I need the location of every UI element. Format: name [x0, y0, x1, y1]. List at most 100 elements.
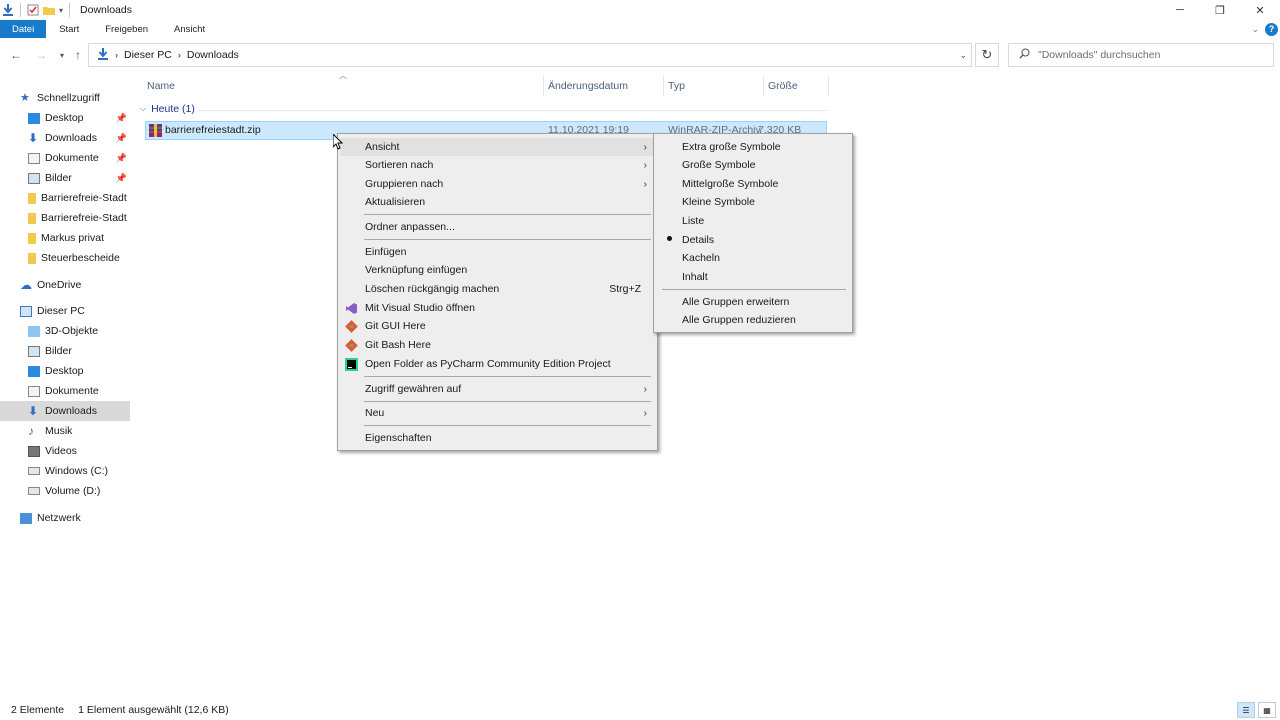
sidebar-item-dieser-pc[interactable]: Dieser PC — [20, 301, 130, 321]
chevron-down-icon[interactable]: ⌵ — [140, 104, 146, 114]
drive-icon — [28, 487, 40, 495]
menu-item-ordner-anpassen[interactable]: Ordner anpassen... — [340, 218, 655, 236]
folder-icon — [28, 192, 36, 204]
menu-item-verknuepfung-einfuegen[interactable]: Verknüpfung einfügen — [340, 261, 655, 279]
sidebar-item-markus-privat[interactable]: Markus privat — [0, 228, 130, 248]
address-dropdown-icon[interactable]: ⌄ — [959, 50, 967, 61]
menu-item-ansicht[interactable]: Ansicht › — [340, 138, 655, 156]
refresh-button[interactable]: ↻ — [975, 43, 999, 67]
help-icon[interactable]: ? — [1265, 22, 1278, 36]
search-box[interactable] — [1008, 43, 1274, 67]
document-icon — [28, 152, 40, 164]
document-icon — [28, 385, 40, 397]
selection-info: 1 Element ausgewählt (12,6 KB) — [78, 704, 229, 716]
menu-item-aktualisieren[interactable]: Aktualisieren — [340, 193, 655, 211]
menu-item-loeschen-rueckgaengig[interactable]: Löschen rückgängig machen Strg+Z — [340, 280, 655, 298]
pycharm-icon — [345, 357, 358, 371]
details-view-button[interactable]: ☰ — [1237, 702, 1255, 718]
menu-item-gruppieren-nach[interactable]: Gruppieren nach › — [340, 175, 655, 193]
sidebar-item-desktop[interactable]: Desktop 📌 — [0, 108, 130, 128]
group-header[interactable]: ⌵ Heute (1) — [140, 103, 195, 115]
navigation-pane: ★ Schnellzugriff Desktop 📌 ⬇ Downloads 📌… — [0, 86, 132, 694]
tab-datei[interactable]: Datei — [0, 20, 47, 38]
view-option-expand-groups[interactable]: Alle Gruppen erweitern — [656, 293, 850, 311]
sidebar-item-pc-dokumente[interactable]: Dokumente — [0, 381, 130, 401]
sidebar-item-3d-objekte[interactable]: 3D-Objekte — [0, 321, 130, 341]
sidebar-item-videos[interactable]: Videos — [0, 441, 130, 461]
visual-studio-icon — [345, 302, 358, 315]
item-count: 2 Elemente — [11, 704, 65, 716]
menu-item-git-gui[interactable]: Git GUI Here — [340, 317, 655, 335]
tab-start[interactable]: Start — [46, 20, 92, 38]
column-header-name[interactable]: Name — [147, 74, 175, 98]
sidebar-item-barrierefreie-stadt[interactable]: Barrierefreie-Stadt — [0, 188, 130, 208]
view-option-details[interactable]: Details — [656, 231, 850, 249]
sidebar-item-onedrive[interactable]: ☁ OneDrive — [20, 275, 130, 295]
breadcrumb-downloads[interactable]: Downloads — [187, 49, 239, 61]
ribbon-tabs: Datei Start Freigeben Ansicht ⌄ ? — [0, 20, 1280, 38]
cube-icon — [28, 325, 40, 337]
sidebar-item-windows-c[interactable]: Windows (C:) — [0, 461, 130, 481]
tab-ansicht[interactable]: Ansicht — [161, 20, 218, 38]
sidebar-item-pc-bilder[interactable]: Bilder — [0, 341, 130, 361]
qat-dropdown-icon[interactable]: ▾ — [59, 6, 63, 15]
sidebar-item-dokumente[interactable]: Dokumente 📌 — [0, 148, 130, 168]
menu-item-sortieren-nach[interactable]: Sortieren nach › — [340, 156, 655, 174]
search-icon — [1019, 48, 1030, 62]
minimize-button[interactable]: ─ — [1160, 0, 1200, 20]
address-bar[interactable]: › Dieser PC › Downloads ⌄ — [88, 43, 972, 67]
menu-item-eigenschaften[interactable]: Eigenschaften — [340, 429, 655, 447]
git-icon — [345, 319, 358, 333]
download-icon: ⬇ — [28, 403, 39, 418]
new-folder-icon[interactable] — [43, 4, 55, 16]
menu-item-pycharm[interactable]: Open Folder as PyCharm Community Edition… — [340, 355, 655, 373]
column-header-type[interactable]: Typ — [668, 74, 685, 98]
view-option-tiles[interactable]: Kacheln — [656, 249, 850, 267]
view-option-extra-large-icons[interactable]: Extra große Symbole — [656, 138, 850, 156]
menu-item-git-bash[interactable]: Git Bash Here — [340, 336, 655, 354]
chevron-right-icon[interactable]: › — [178, 50, 181, 60]
video-icon — [28, 445, 40, 457]
chevron-right-icon: › — [643, 141, 647, 153]
menu-item-einfuegen[interactable]: Einfügen — [340, 243, 655, 261]
chevron-right-icon: › — [643, 407, 647, 419]
pin-icon[interactable]: 📌 — [116, 113, 127, 124]
large-icons-view-button[interactable]: ▦ — [1258, 702, 1276, 718]
up-button[interactable]: ↑ — [68, 48, 88, 62]
view-option-collapse-groups[interactable]: Alle Gruppen reduzieren — [656, 311, 850, 329]
sidebar-item-steuerbescheide[interactable]: Steuerbescheide — [0, 248, 130, 268]
sidebar-item-downloads[interactable]: ⬇ Downloads 📌 — [0, 128, 130, 148]
close-button[interactable]: ✕ — [1240, 0, 1280, 20]
breadcrumb-dieser-pc[interactable]: Dieser PC — [124, 49, 172, 61]
menu-item-neu[interactable]: Neu › — [340, 404, 655, 422]
view-option-large-icons[interactable]: Große Symbole — [656, 156, 850, 174]
status-bar: 2 Elemente 1 Element ausgewählt (12,6 KB… — [0, 700, 1280, 720]
forward-button[interactable]: → — [31, 48, 51, 62]
sidebar-item-barrierefreie-stadt-2[interactable]: Barrierefreie-Stadt — [0, 208, 130, 228]
tab-freigeben[interactable]: Freigeben — [92, 20, 161, 38]
back-button[interactable]: ← — [6, 48, 26, 62]
ribbon-expand-icon[interactable]: ⌄ — [1251, 24, 1259, 35]
view-option-medium-icons[interactable]: Mittelgroße Symbole — [656, 175, 850, 193]
sidebar-item-volume-d[interactable]: Volume (D:) — [0, 481, 130, 501]
sidebar-item-musik[interactable]: ♪ Musik — [0, 421, 130, 441]
pin-icon[interactable]: 📌 — [116, 153, 127, 164]
sidebar-item-bilder[interactable]: Bilder 📌 — [0, 168, 130, 188]
column-header-date[interactable]: Änderungsdatum — [548, 74, 628, 98]
properties-icon[interactable] — [27, 4, 39, 16]
menu-item-visual-studio[interactable]: Mit Visual Studio öffnen — [340, 299, 655, 317]
search-input[interactable] — [1038, 49, 1258, 61]
sidebar-item-schnellzugriff[interactable]: ★ Schnellzugriff — [20, 88, 130, 108]
maximize-button[interactable]: ❐ — [1200, 0, 1240, 20]
zip-archive-icon — [149, 124, 162, 140]
sidebar-item-pc-desktop[interactable]: Desktop — [0, 361, 130, 381]
column-header-size[interactable]: Größe — [768, 74, 798, 98]
view-option-list[interactable]: Liste — [656, 212, 850, 230]
view-option-content[interactable]: Inhalt — [656, 268, 850, 286]
pin-icon[interactable]: 📌 — [116, 173, 127, 184]
menu-item-zugriff-gewaehren[interactable]: Zugriff gewähren auf › — [340, 380, 655, 398]
pin-icon[interactable]: 📌 — [116, 133, 127, 144]
view-option-small-icons[interactable]: Kleine Symbole — [656, 193, 850, 211]
sidebar-item-netzwerk[interactable]: Netzwerk — [20, 508, 130, 528]
sidebar-item-pc-downloads[interactable]: ⬇ Downloads — [0, 401, 130, 421]
